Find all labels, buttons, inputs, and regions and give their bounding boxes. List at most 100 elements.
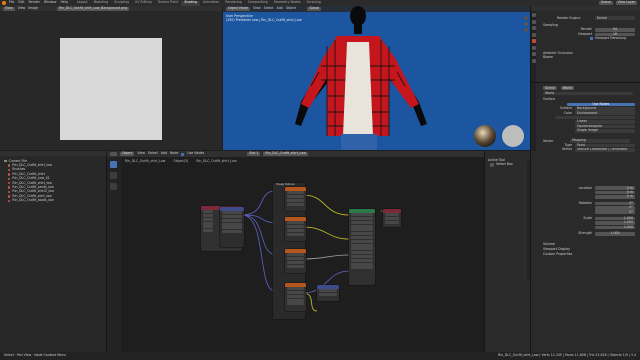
properties-header [531, 6, 640, 11]
volume-header[interactable]: Volume [543, 242, 555, 246]
properties-tab-strip [531, 11, 536, 151]
image-texture-node-1[interactable] [285, 187, 306, 211]
menu-edit[interactable]: Edit [18, 1, 24, 4]
menu-render[interactable]: Render [29, 1, 40, 4]
workspace-tab-scripting[interactable]: Scripting [304, 1, 324, 6]
material-icon [8, 190, 11, 194]
render-engine-dropdown[interactable]: Eevee [595, 16, 635, 20]
color-dropdown[interactable]: Environment [575, 111, 635, 115]
workspace-tab-geometry-nodes[interactable]: Geometry Nodes [271, 1, 304, 6]
render-tab-icon[interactable] [531, 13, 536, 17]
select-box-label[interactable]: Select Box [496, 162, 513, 166]
image-name-field[interactable]: Rin_DLC_Outfit_shirt_Low_Background.png [57, 6, 130, 11]
strength-label: Strength [578, 231, 592, 236]
denoise-checkbox[interactable] [590, 37, 593, 41]
world-datablock[interactable]: World [543, 92, 633, 96]
material-tab-icon[interactable] [531, 58, 536, 63]
image-menu-image[interactable]: Image [28, 6, 38, 10]
sidebar-tabs[interactable] [527, 161, 530, 281]
output-tab-icon[interactable] [531, 19, 536, 24]
workspace-tab-sculpting[interactable]: Sculpting [111, 1, 132, 6]
outliner-list: Rin_DLC_Outfit_shirt_low Brushes Rin_DLC_O… [0, 163, 106, 203]
image-mode-dropdown[interactable]: View [3, 6, 15, 11]
3d-viewport[interactable]: Object Mode View Select Add Object Globa… [223, 6, 530, 150]
node-toolbar [107, 157, 121, 352]
location-label: Location [578, 185, 592, 190]
properties-panel: Render Engine Eevee Sampling Render 64 V… [530, 6, 640, 352]
color-label: Color [563, 110, 572, 115]
annotate-tool-icon[interactable] [110, 183, 117, 190]
zoom-icon[interactable] [524, 16, 528, 20]
transform-fields: Location 0 m 0 m 0 m Rotation 0° 0° 0° S… [537, 186, 639, 236]
modifier-tab-icon[interactable] [531, 52, 536, 56]
scale-z[interactable]: 1.000 [595, 225, 635, 230]
outliner-item[interactable]: Rin_DLC_Outfit_boots_low [0, 198, 106, 203]
menu-window[interactable]: Window [44, 1, 57, 4]
image-texture-node-4[interactable] [285, 283, 306, 311]
denoise-label: Viewport Denoising [595, 36, 626, 41]
workspace-tab-shading[interactable]: Shading [181, 0, 201, 6]
character-model[interactable] [223, 6, 530, 150]
workspace-tab-animation[interactable]: Animation [200, 1, 222, 6]
camera-icon[interactable] [524, 28, 528, 32]
sampling-header[interactable]: Sampling [543, 23, 558, 27]
select-box-icon [490, 162, 494, 167]
world-tab-icon[interactable] [531, 39, 536, 43]
location-z[interactable]: 0 m [595, 195, 635, 199]
surface-label: Surface [559, 106, 572, 111]
view-layer-tab-icon[interactable] [531, 26, 536, 30]
material-icon [8, 164, 11, 167]
strength-field[interactable]: 1.000 [595, 232, 635, 236]
vec-label: Vector [561, 147, 572, 152]
workspace-tab-uv-editing[interactable]: UV Editing [132, 1, 155, 6]
scene-breadcrumb[interactable]: Scene [543, 86, 557, 91]
rotation-z[interactable]: 0° [595, 210, 635, 214]
normal-map-node[interactable] [317, 285, 339, 301]
menu-file[interactable]: File [9, 1, 14, 4]
bloom-header[interactable]: Bloom [543, 55, 553, 59]
workspace-tab-modeling[interactable]: Modeling [91, 1, 112, 6]
mapping-node[interactable] [220, 207, 244, 247]
workspace-tab-texture-paint[interactable]: Texture Paint [155, 1, 182, 6]
status-left: Select · Pan View · Node Context Menu [4, 353, 66, 358]
blender-logo-icon[interactable] [2, 1, 6, 5]
view-layer-selector[interactable]: View Layer [615, 1, 637, 5]
vec-dropdown[interactable]: Texture Coordinate | Generated [575, 148, 635, 152]
menu-help[interactable]: Help [60, 1, 67, 4]
principled-bsdf-node[interactable] [349, 209, 375, 285]
workspace-tab-compositing[interactable]: Compositing [245, 1, 271, 6]
material-icon [8, 173, 11, 176]
scene-tab-icon[interactable] [531, 32, 536, 37]
surface-dropdown[interactable]: Background [575, 107, 635, 111]
image-menu-view[interactable]: View [18, 6, 26, 10]
env-thumb-row[interactable] [555, 115, 635, 120]
image-canvas[interactable] [60, 38, 162, 140]
outliner-panel: Current File Rin_DLC_Outfit_shirt_low Bru… [0, 151, 107, 352]
object-tab-icon[interactable] [531, 45, 536, 50]
grab-tool-icon[interactable] [110, 172, 117, 179]
image-editor-header: View View Image Rin_DLC_Outfit_shirt_Low… [0, 6, 222, 11]
type-dropdown[interactable]: Point [575, 143, 635, 148]
select-tool-icon[interactable] [110, 161, 117, 168]
scene-selector[interactable]: Scene [598, 1, 613, 5]
workspace-tab-layout[interactable]: Layout [74, 1, 91, 6]
env-source[interactable]: Single Image [575, 129, 635, 133]
viewport-navigation [524, 16, 528, 46]
outliner-item-label: Rin_DLC_Outfit_boots_low [12, 198, 54, 203]
material-output-node[interactable] [383, 209, 401, 227]
viewport-display-header[interactable]: Viewport Display [543, 247, 570, 251]
world-breadcrumb[interactable]: World [560, 86, 574, 91]
render-settings: Render Engine Eevee Sampling Render 64 V… [537, 16, 639, 60]
image-editor: View View Image Rin_DLC_Outfit_shirt_Low… [0, 6, 222, 150]
main-menu: File Edit Render Window Help [9, 1, 68, 4]
pan-icon[interactable] [524, 22, 528, 26]
render-engine-label: Render Engine [557, 15, 581, 20]
rotation-y[interactable]: 0° [595, 206, 635, 210]
image-texture-node-2[interactable] [285, 217, 306, 241]
node-editor[interactable]: Object View Select Add Node Use Nodes Sl… [107, 151, 484, 352]
surface-header[interactable]: Surface [543, 98, 555, 101]
workspace-tab-rendering[interactable]: Rendering [222, 1, 244, 6]
image-texture-node-3[interactable] [285, 249, 306, 273]
material-icon [8, 177, 11, 180]
custom-properties-header[interactable]: Custom Properties [543, 253, 572, 256]
